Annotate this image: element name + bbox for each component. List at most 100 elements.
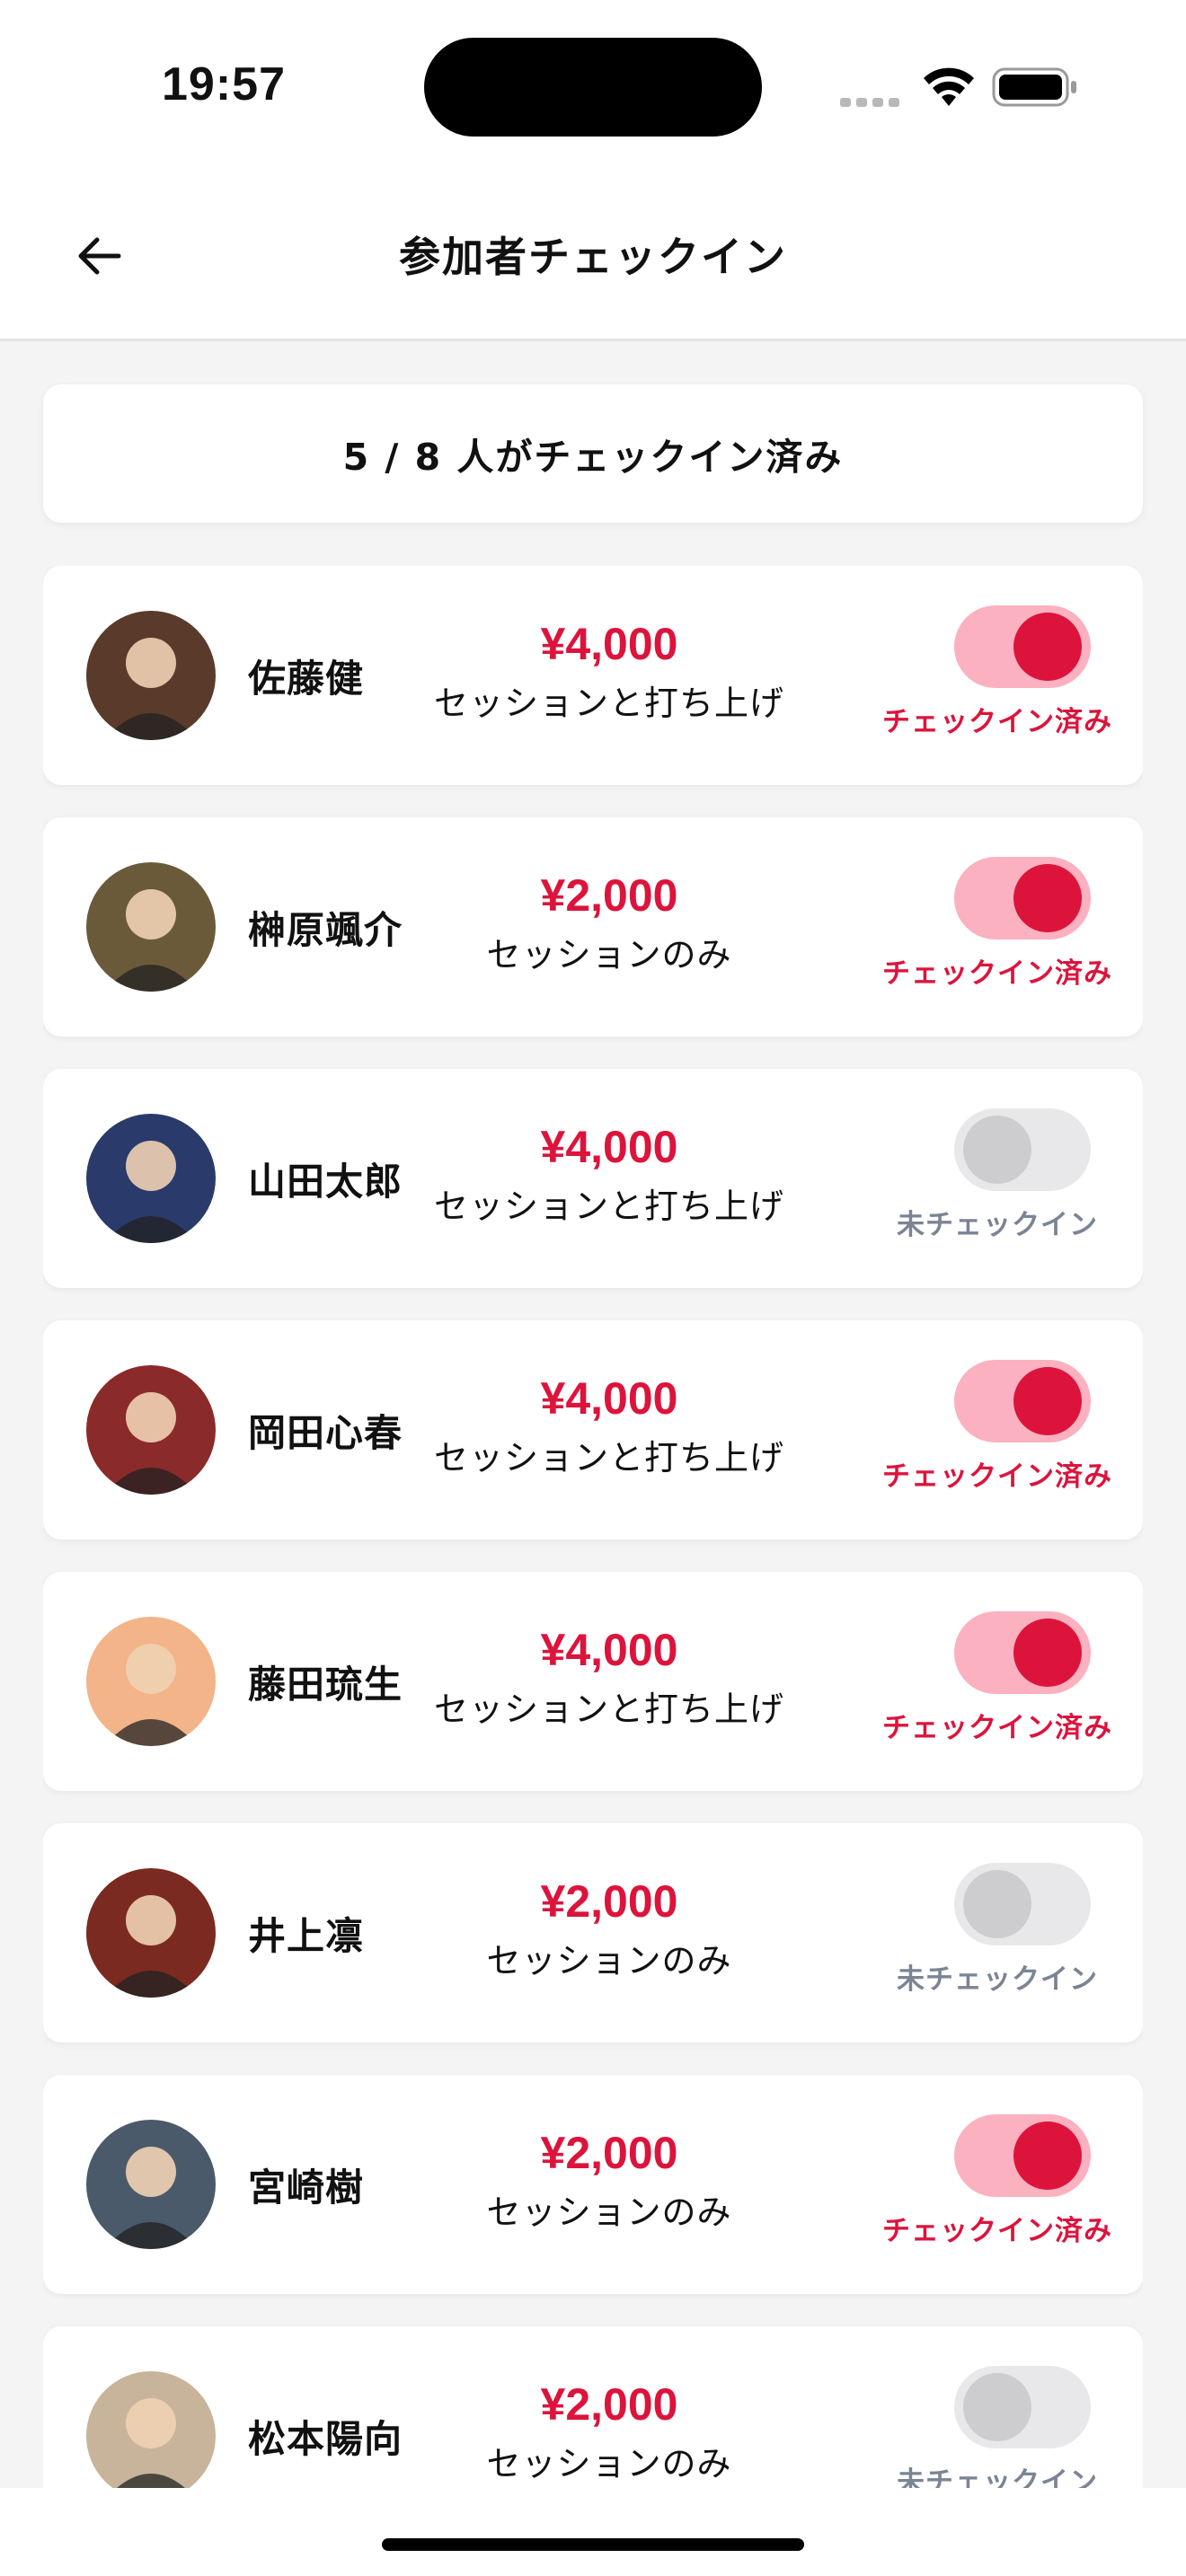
participant-row: 岡田心春 ¥4,000 セッションと打ち上げ チェックイン済み [43,1320,1143,1539]
checkin-toggle-group: 未チェックイン [852,2366,1143,2488]
checkin-toggle-group: チェックイン済み [852,1611,1143,1764]
participant-row: 藤田琉生 ¥4,000 セッションと打ち上げ チェックイン済み [43,1572,1143,1791]
cellular-signal-icon [840,93,905,110]
toggle-knob [1013,1619,1082,1687]
ticket-price: ¥4,000 [540,619,678,669]
toggle-knob [963,1116,1031,1184]
person-avatar-icon [86,862,216,992]
participant-name: 藤田琉生 [248,1663,403,1707]
avatar [86,862,216,992]
ticket-price: ¥2,000 [540,2128,678,2178]
participant-row: 松本陽向 ¥2,000 セッションのみ 未チェックイン [43,2326,1143,2488]
ticket-price: ¥4,000 [540,1122,678,1172]
ticket-info: ¥2,000 セッションのみ [420,869,798,976]
ticket-price: ¥4,000 [540,1625,678,1675]
home-indicator-area [0,2488,1186,2576]
participant-name: 松本陽向 [248,2417,403,2461]
participant-row: 宮崎樹 ¥2,000 セッションのみ チェックイン済み [43,2075,1143,2294]
person-avatar-icon [86,1868,216,1998]
toggle-knob [963,2373,1031,2441]
person-avatar-icon [86,2371,216,2488]
ticket-plan: セッションのみ [486,1941,732,1981]
participant-row: 榊原颯介 ¥2,000 セッションのみ チェックイン済み [43,817,1143,1037]
ticket-info: ¥4,000 セッションと打ち上げ [420,618,798,725]
checkin-summary-text: 5 / 8 人がチェックイン済み [342,436,844,479]
checkin-toggle[interactable] [954,1611,1091,1694]
avatar [86,2371,216,2488]
ticket-info: ¥4,000 セッションと打ち上げ [420,1372,798,1479]
participant-name: 佐藤健 [248,657,365,701]
ticket-price: ¥2,000 [540,870,678,921]
checkin-toggle-group: チェックイン済み [852,857,1143,1010]
ticket-plan: セッションと打ち上げ [433,684,784,723]
participant-row: 佐藤健 ¥4,000 セッションと打ち上げ チェックイン済み [43,566,1143,785]
toggle-knob [1013,864,1082,932]
checkin-status-label: チェックイン済み [882,1712,1112,1744]
toggle-knob [1013,613,1082,681]
checkin-status-label: 未チェックイン [897,1209,1098,1241]
person-avatar-icon [86,2120,216,2249]
checkin-toggle-group: 未チェックイン [852,1863,1143,2016]
checkin-status-label: 未チェックイン [897,1963,1098,1996]
toggle-knob [1013,1367,1082,1435]
checkin-toggle[interactable] [954,605,1091,688]
checkin-status-label: チェックイン済み [882,1460,1112,1493]
ticket-info: ¥4,000 セッションと打ち上げ [420,1624,798,1731]
checkin-toggle[interactable] [954,2114,1091,2197]
avatar [86,2120,216,2249]
ticket-plan: セッションのみ [486,2444,732,2483]
checkin-status-label: チェックイン済み [882,706,1112,738]
page-title: 参加者チェックイン [399,233,787,281]
person-avatar-icon [86,611,216,740]
checkin-toggle[interactable] [954,2366,1091,2448]
checkin-status-label: チェックイン済み [882,2215,1112,2247]
participant-name: 宮崎樹 [248,2166,365,2210]
status-time: 19:57 [162,58,286,110]
avatar [86,1114,216,1243]
checkin-toggle-group: チェックイン済み [852,1360,1143,1513]
participant-name: 榊原颯介 [248,908,403,952]
ticket-info: ¥2,000 セッションのみ [420,2378,798,2485]
checkin-toggle[interactable] [954,1360,1091,1442]
battery-icon [992,66,1078,111]
wifi-icon [920,65,978,111]
participant-name: 岡田心春 [248,1411,403,1455]
checkin-toggle[interactable] [954,1108,1091,1191]
person-avatar-icon [86,1617,216,1746]
ticket-plan: セッションのみ [486,935,732,975]
participant-row: 山田太郎 ¥4,000 セッションと打ち上げ 未チェックイン [43,1069,1143,1288]
ticket-plan: セッションのみ [486,2192,732,2232]
dynamic-island [424,38,762,137]
status-bar: 19:57 [0,0,1186,171]
avatar [86,1365,216,1495]
home-indicator[interactable] [382,2538,804,2551]
ticket-plan: セッションと打ち上げ [433,1438,784,1478]
ticket-price: ¥2,000 [540,2379,678,2430]
checkin-toggle[interactable] [954,857,1091,940]
toggle-knob [963,1870,1031,1938]
toggle-knob [1013,2122,1082,2190]
avatar [86,1868,216,1998]
ticket-plan: セッションと打ち上げ [433,1187,784,1226]
participant-row: 井上凛 ¥2,000 セッションのみ 未チェックイン [43,1823,1143,2042]
participant-name: 井上凛 [248,1914,365,1958]
ticket-info: ¥2,000 セッションのみ [420,2127,798,2234]
checkin-toggle-group: チェックイン済み [852,2114,1143,2267]
avatar [86,611,216,740]
ticket-plan: セッションと打ち上げ [433,1689,784,1729]
person-avatar-icon [86,1114,216,1243]
participant-name: 山田太郎 [248,1160,403,1204]
avatar [86,1617,216,1746]
checkin-toggle-group: 未チェックイン [852,1108,1143,1261]
checkin-status-label: チェックイン済み [882,957,1112,990]
navigation-bar: 参加者チェックイン [0,171,1186,341]
ticket-price: ¥2,000 [540,1876,678,1927]
ticket-price: ¥4,000 [540,1373,678,1424]
checkin-summary-card: 5 / 8 人がチェックイン済み [43,384,1143,523]
checkin-status-label: 未チェックイン [897,2466,1098,2488]
ticket-info: ¥2,000 セッションのみ [420,1875,798,1982]
ticket-info: ¥4,000 セッションと打ち上げ [420,1121,798,1228]
person-avatar-icon [86,1365,216,1495]
checkin-toggle[interactable] [954,1863,1091,1945]
checkin-toggle-group: チェックイン済み [852,605,1143,758]
